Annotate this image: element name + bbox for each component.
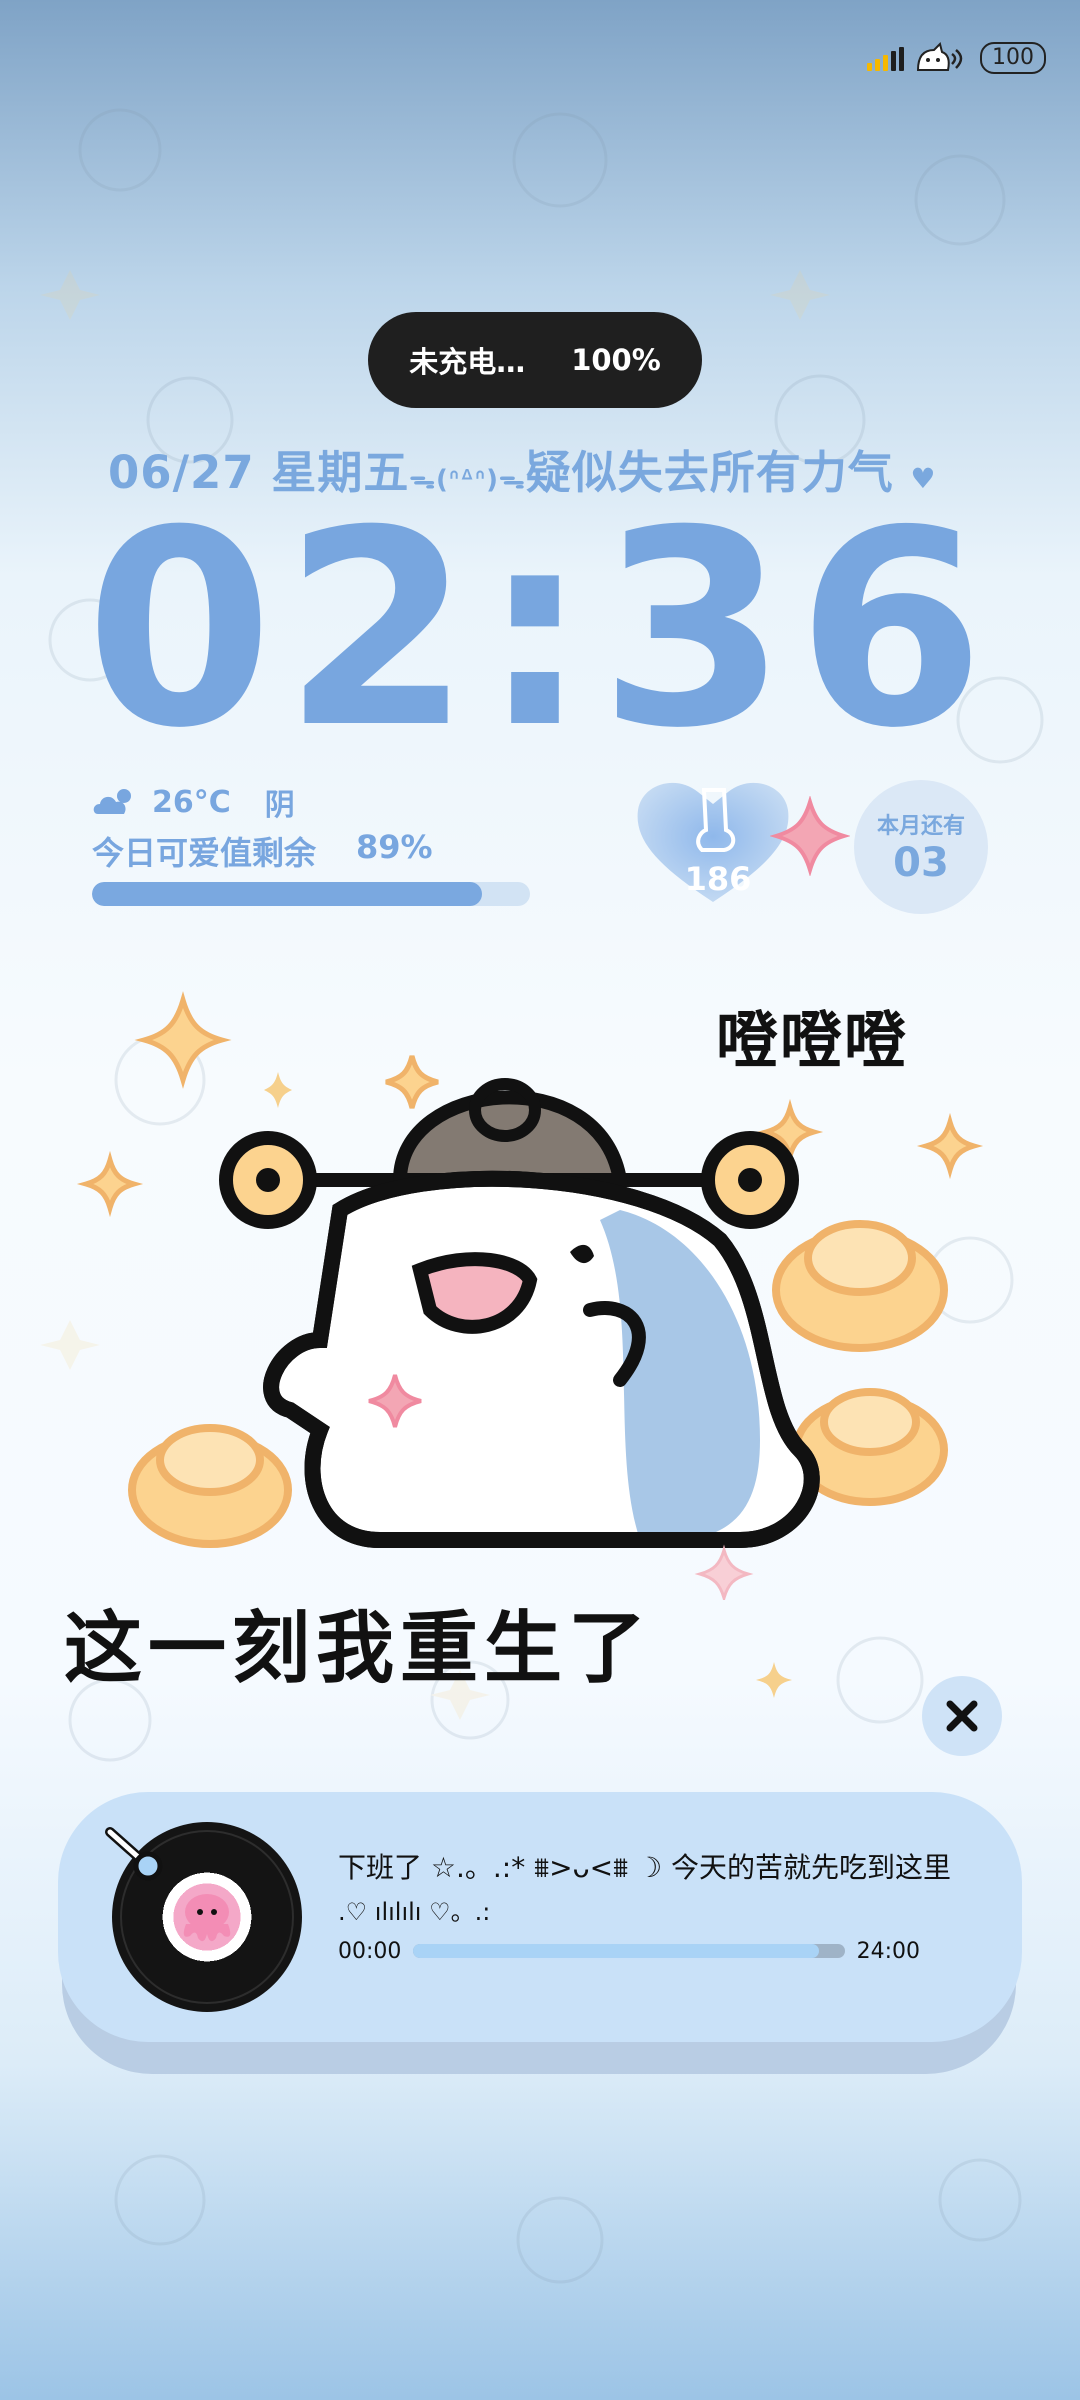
lock-screen: 100 未充电… 100% 06/27 星期五ᯓ(ᐢᐞᐢ)ᯓ疑似失去所有力气 ♥… [0, 0, 1080, 2400]
playback-row: 00:00 24:00 [338, 1934, 920, 1968]
caption-bottom: 这一刻我重生了 [64, 1604, 653, 1694]
charging-status-pill: 未充电… 100% [368, 312, 702, 408]
month-remaining-value: 03 [893, 840, 949, 886]
playback-progress[interactable] [413, 1944, 845, 1958]
shark-character-illustration [76, 991, 984, 1600]
cute-value-label: 今日可爱值剩余 [92, 834, 317, 872]
cute-value-percent: 89% [356, 828, 433, 866]
cute-value-progress [92, 882, 530, 906]
tonearm-icon [105, 1827, 163, 1881]
sparkle-icon [756, 1662, 792, 1698]
charging-percent: 100% [571, 343, 661, 377]
charging-status-text: 未充电… [409, 345, 526, 379]
cute-value-progress-fill [92, 882, 482, 906]
weather-row: 26°C 阴 [92, 780, 295, 824]
song-title: 下班了 ☆.。.:* ⩩>ᴗ<⩩ ☽ 今天的苦就先吃到这里 [338, 1851, 951, 1884]
weather-condition-text: 阴 [264, 788, 295, 823]
signal-bars-icon [867, 45, 904, 71]
octopus-icon [183, 1894, 231, 1942]
close-button[interactable] [922, 1676, 1002, 1756]
battery-indicator: 100 [980, 42, 1046, 74]
time-start: 00:00 [338, 1938, 402, 1964]
month-remaining-label: 本月还有 [876, 814, 965, 839]
cute-value-row: 今日可爱值剩余 89% [92, 828, 433, 874]
temperature-text: 26°C [152, 784, 231, 820]
cloud-sun-icon [93, 789, 131, 814]
time-end: 24:00 [856, 1938, 920, 1964]
status-bar: 100 [867, 38, 1046, 78]
clock-time: 02:36 [85, 472, 995, 787]
song-subtitle: .♡ ılılılı ♡。.: [338, 1898, 491, 1926]
close-icon [946, 1700, 978, 1732]
playback-progress-fill [413, 1944, 819, 1958]
steps-count: 186 [684, 860, 752, 898]
pink-star-icon [770, 796, 850, 876]
cat-speaker-icon [916, 42, 963, 71]
month-remaining-widget: 本月还有 03 [854, 780, 988, 914]
